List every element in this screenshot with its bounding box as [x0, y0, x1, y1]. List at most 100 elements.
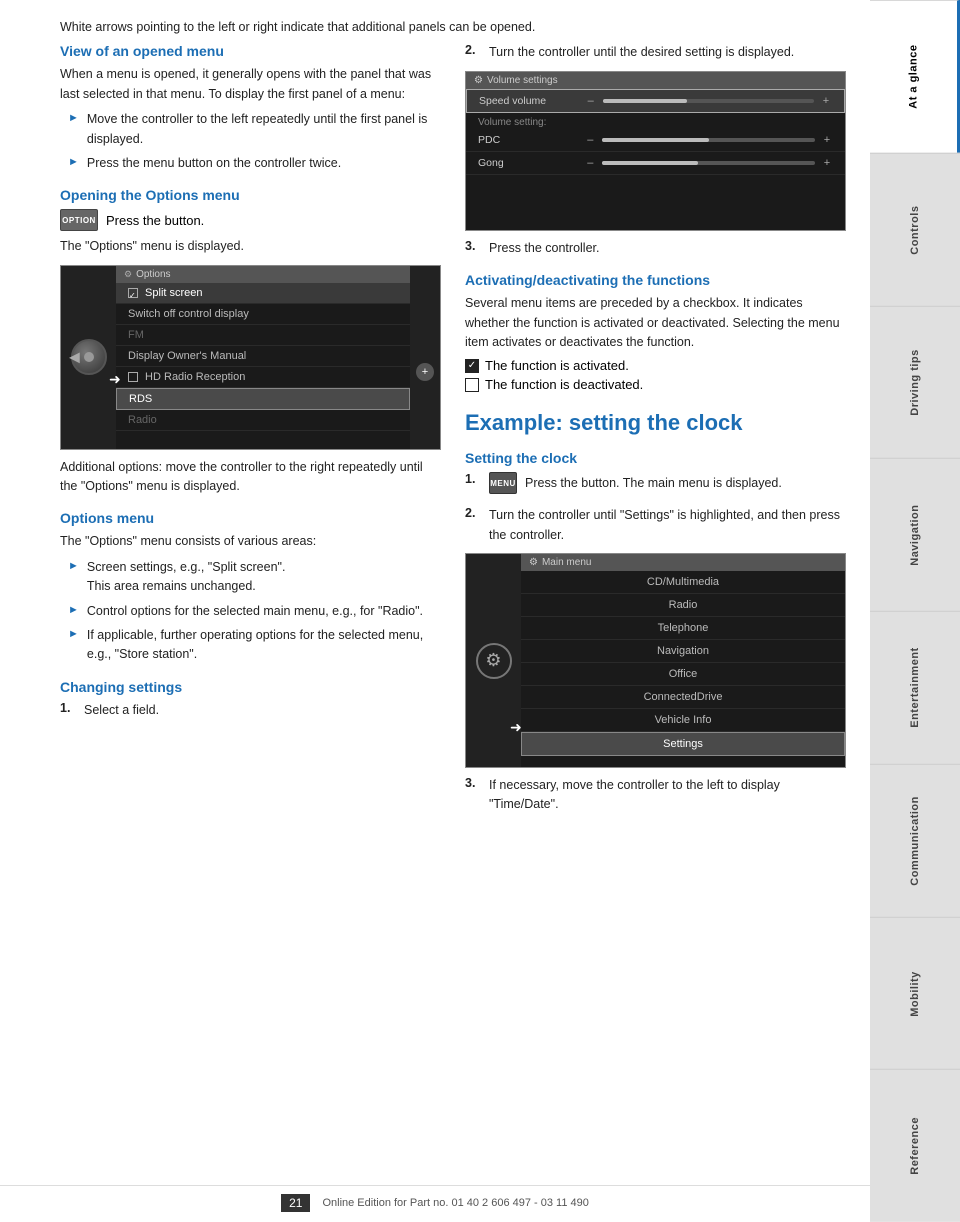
volume-icon: ⚙: [474, 75, 483, 86]
sidebar-tab-label-controls: Controls: [909, 205, 921, 254]
clock-step-1: 1. MENU Press the button. The main menu …: [465, 472, 846, 498]
section6-heading: Activating/deactivating the functions: [465, 272, 846, 288]
check-hdradio: [128, 372, 138, 382]
mainmenu-icon: ⚙: [529, 557, 538, 568]
sidebar-tab-entertainment[interactable]: Entertainment: [870, 611, 960, 764]
options-bullet-text-1: Screen settings, e.g., "Split screen".Th…: [87, 558, 286, 597]
sidebar-tab-label-at-a-glance: At a glance: [908, 45, 920, 109]
clock-num-2: 2.: [465, 506, 481, 520]
gear-icon: ⚙: [476, 643, 512, 679]
volume-title-bar: ⚙ Volume settings: [466, 72, 845, 89]
mainmenu-radio: Radio: [521, 594, 845, 617]
plus-gong: +: [821, 157, 833, 169]
check-activated-symbol: ✓: [465, 359, 479, 373]
left-arrow: ◀: [69, 349, 80, 366]
page-number: 21: [281, 1194, 310, 1212]
main-content: White arrows pointing to the left or rig…: [0, 0, 870, 1222]
page-footer: 21 Online Edition for Part no. 01 40 2 6…: [0, 1185, 870, 1212]
mainmenu-title: Main menu: [542, 557, 591, 568]
speed-slider: [603, 99, 814, 103]
sidebar-tab-communication[interactable]: Communication: [870, 764, 960, 917]
menu-item-radio: Radio: [116, 410, 410, 431]
sidebar-tab-mobility[interactable]: Mobility: [870, 917, 960, 1070]
options-bullet-arrow-1: ►: [68, 560, 79, 572]
menu-item-splitscreen: Split screen: [116, 283, 410, 304]
right-sidebar: At a glance Controls Driving tips Naviga…: [870, 0, 960, 1222]
section3-body: The "Options" menu consists of various a…: [60, 532, 441, 551]
options-screenshot: ◀ ⚙ Options Split screen: [60, 265, 441, 450]
clock-text-1: Press the button. The main menu is displ…: [525, 474, 782, 493]
bullet-arrow-2: ►: [68, 156, 79, 168]
pdc-label: PDC: [478, 134, 584, 146]
options-title: Options: [136, 269, 170, 280]
clock-num-3: 3.: [465, 776, 481, 790]
menu-item-hd-radio: HD Radio Reception: [116, 367, 410, 388]
clock-text-2: Turn the controller until "Settings" is …: [489, 506, 846, 545]
mainmenu-vehicleinfo: Vehicle Info: [521, 709, 845, 732]
bullet-text-1: Move the controller to the left repeated…: [87, 110, 441, 149]
section1-body: When a menu is opened, it generally open…: [60, 65, 441, 104]
volume-title: Volume settings: [487, 75, 558, 86]
clock-step-2: 2. Turn the controller until "Settings" …: [465, 506, 846, 545]
options-bullet-2: ► Control options for the selected main …: [68, 602, 441, 621]
menu-item-display-owners: Display Owner's Manual: [116, 346, 410, 367]
pdc-slider: [602, 138, 815, 142]
num-text-2: Turn the controller until the desired se…: [489, 43, 846, 62]
plus-pdc: +: [821, 134, 833, 146]
sidebar-tab-reference[interactable]: Reference: [870, 1069, 960, 1222]
check-deactivated-symbol: [465, 378, 479, 392]
section6-body: Several menu items are preceded by a che…: [465, 294, 846, 352]
sidebar-tab-navigation[interactable]: Navigation: [870, 458, 960, 611]
menu-item-switchoff: Switch off control display: [116, 304, 410, 325]
mainmenu-title-bar: ⚙ Main menu: [521, 554, 845, 571]
mainmenu-screenshot: ⚙ ⚙ Main menu CD/Multimedia Radio Teleph…: [465, 553, 846, 768]
sidebar-tab-driving-tips[interactable]: Driving tips: [870, 306, 960, 459]
options-bullet-arrow-3: ►: [68, 628, 79, 640]
numbered-item-turn: 2. Turn the controller until the desired…: [465, 43, 846, 62]
check-deactivated-text: The function is deactivated.: [485, 377, 643, 392]
rds-label: RDS: [129, 393, 152, 405]
option-button-image: OPTION: [60, 209, 98, 231]
controller-right: +: [410, 266, 440, 449]
numbered-item-select: 1. Select a field.: [60, 701, 441, 720]
option-btn-row: OPTION Press the button.: [60, 209, 441, 231]
clock-step-1-content: MENU Press the button. The main menu is …: [489, 472, 782, 498]
speed-volume-label: Speed volume: [479, 95, 585, 107]
check-activated-row: ✓ The function is activated.: [465, 358, 846, 373]
mainmenu-connecteddrive: ConnectedDrive: [521, 686, 845, 709]
sidebar-tab-controls[interactable]: Controls: [870, 153, 960, 306]
additional-options-text: Additional options: move the controller …: [60, 458, 441, 497]
section1-heading: View of an opened menu: [60, 43, 441, 59]
check-splitscreen: [128, 288, 138, 298]
volume-row-gong: Gong – +: [466, 152, 845, 175]
menu-button-image: MENU: [489, 472, 517, 494]
bullet-item-1: ► Move the controller to the left repeat…: [68, 110, 441, 149]
bullet-text-2: Press the menu button on the controller …: [87, 154, 341, 173]
num-2: 2.: [465, 43, 481, 57]
controller-left: ◀: [61, 266, 116, 449]
clock-num-1: 1.: [465, 472, 481, 486]
section3-heading: Options menu: [60, 510, 441, 526]
volume-row-pdc: PDC – +: [466, 129, 845, 152]
clock-text-3: If necessary, move the controller to the…: [489, 776, 846, 815]
check-activated-text: The function is activated.: [485, 358, 629, 373]
num-3-press: 3.: [465, 239, 481, 253]
screen-pointer-arrow: ➜: [109, 371, 121, 388]
num-text-1: Select a field.: [84, 701, 441, 720]
volume-screenshot: ⚙ Volume settings Speed volume – + Volum…: [465, 71, 846, 231]
footer-text: Online Edition for Part no. 01 40 2 606 …: [322, 1197, 588, 1209]
sidebar-tab-label-driving-tips: Driving tips: [909, 349, 921, 416]
num-text-3-press: Press the controller.: [489, 239, 846, 258]
volume-row-speed: Speed volume – +: [466, 89, 845, 113]
big-section-heading: Example: setting the clock: [465, 410, 846, 436]
option-btn-inline-text: Press the button.: [106, 213, 204, 228]
bullet-item-2: ► Press the menu button on the controlle…: [68, 154, 441, 173]
volume-setting-header: Volume setting:: [466, 113, 845, 129]
sidebar-tab-label-entertainment: Entertainment: [909, 648, 921, 728]
options-bullet-1: ► Screen settings, e.g., "Split screen".…: [68, 558, 441, 597]
menu-item-rds: RDS: [116, 388, 410, 410]
minus-speed: –: [585, 95, 597, 107]
minus-pdc: –: [584, 134, 596, 146]
sidebar-tab-at-a-glance[interactable]: At a glance: [870, 0, 960, 153]
mainmenu-pointer-arrow: ➜: [510, 719, 522, 736]
